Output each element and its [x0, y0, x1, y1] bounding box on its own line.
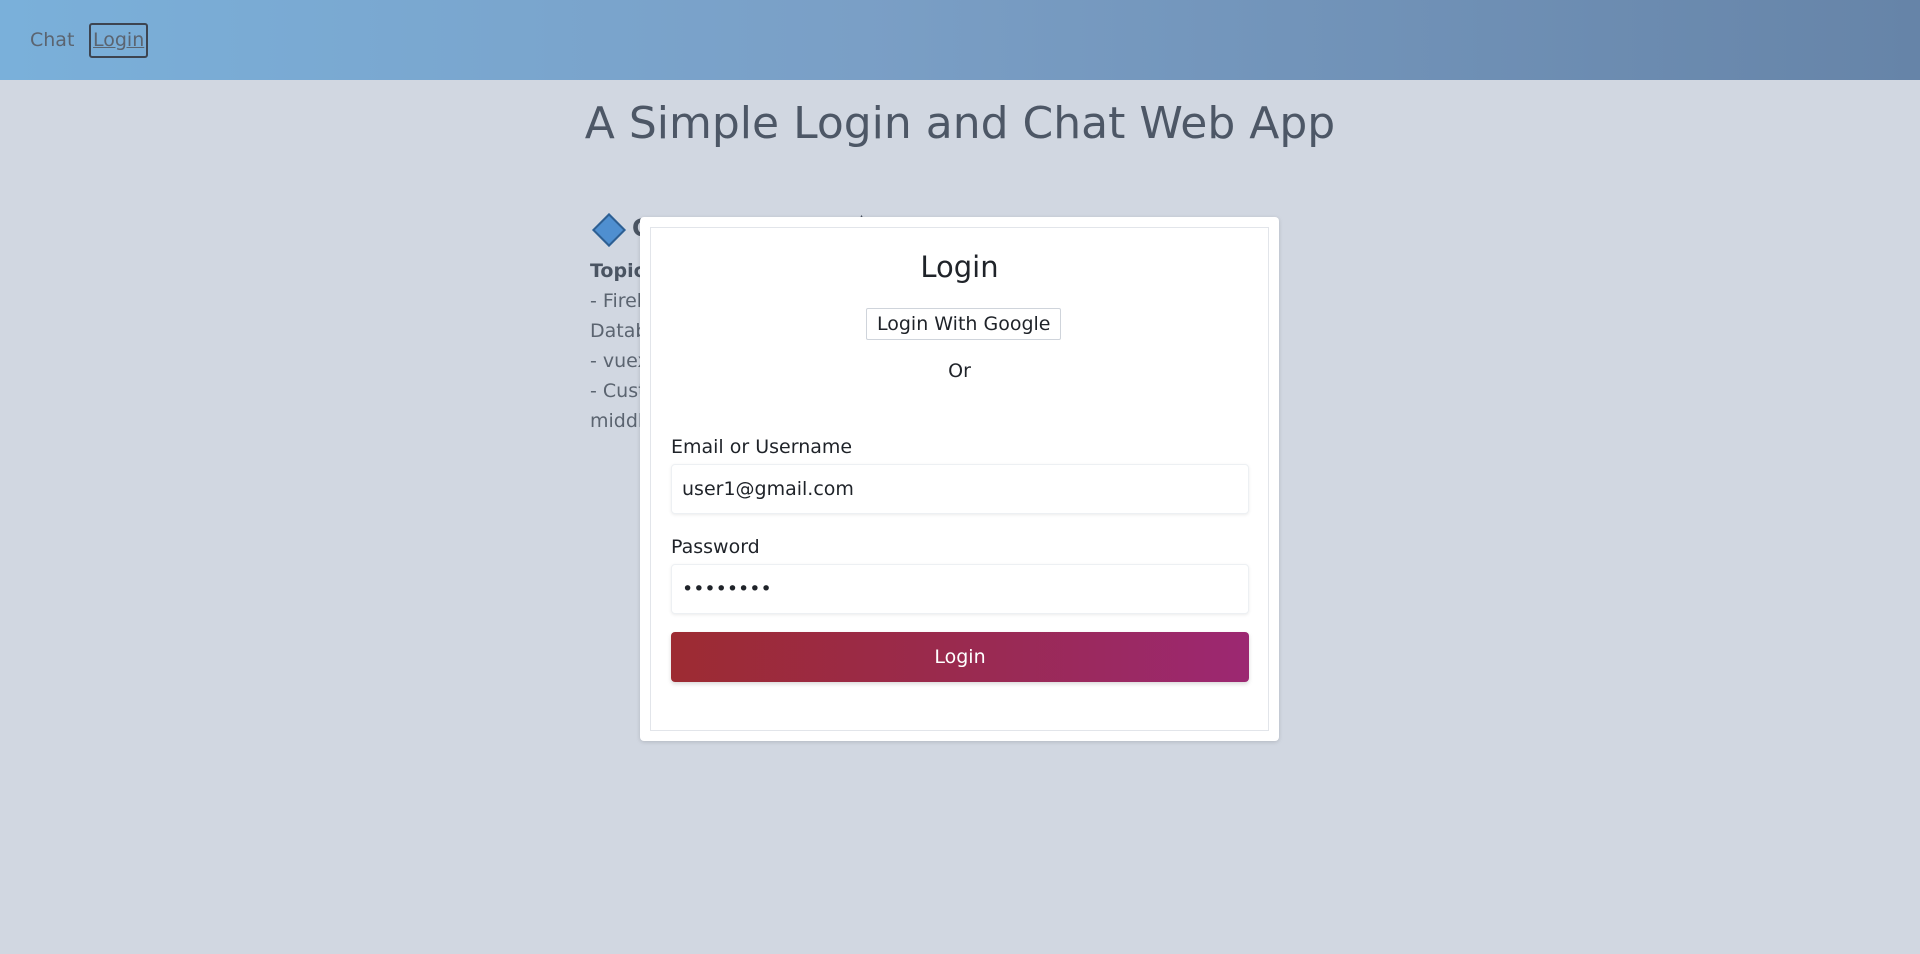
email-label: Email or Username	[671, 436, 853, 458]
login-submit-button[interactable]: Login	[671, 632, 1249, 682]
nav-login-link[interactable]: Login	[89, 23, 149, 58]
top-navbar: Chat Login	[0, 0, 1920, 80]
nav-chat-link[interactable]: Chat	[30, 26, 74, 54]
password-label: Password	[671, 536, 760, 558]
email-field[interactable]	[671, 464, 1249, 514]
diamond-icon	[592, 213, 626, 247]
password-field[interactable]	[671, 564, 1249, 614]
page-title: A Simple Login and Chat Web App	[584, 98, 1336, 149]
login-modal: Login Login With Google Or Email or User…	[640, 217, 1279, 741]
login-form: Login Login With Google Or Email or User…	[650, 227, 1269, 731]
or-divider-text: Or	[948, 360, 971, 382]
login-title: Login	[920, 250, 999, 284]
login-with-google-button[interactable]: Login With Google	[866, 308, 1062, 340]
